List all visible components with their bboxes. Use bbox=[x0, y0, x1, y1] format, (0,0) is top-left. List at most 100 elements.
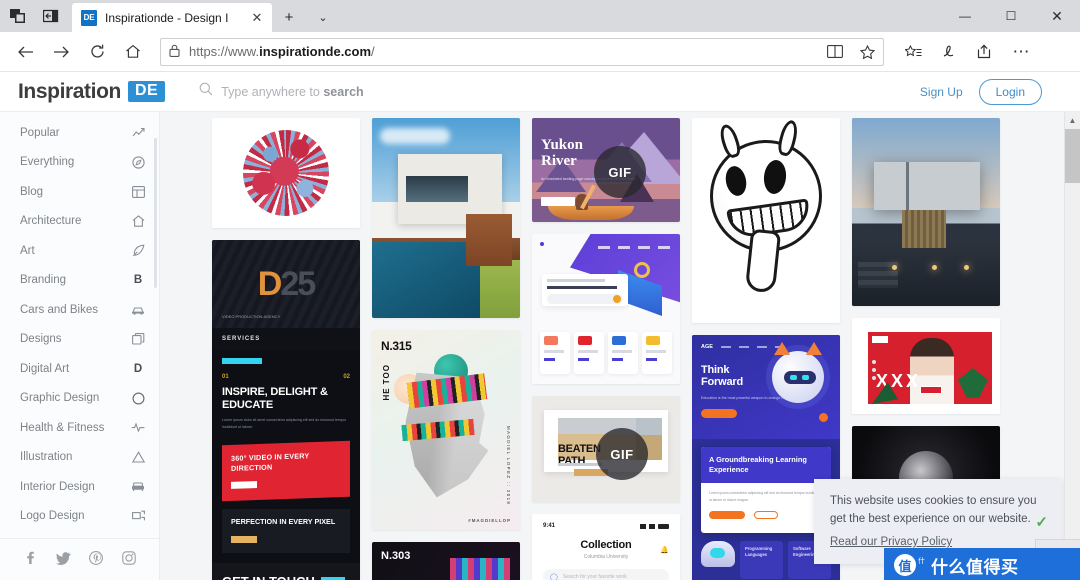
think-feature-card: A Groundbreaking Learning Experience Lor… bbox=[701, 447, 831, 533]
forward-icon[interactable] bbox=[44, 35, 78, 69]
sidebar-item-designs[interactable]: Designs bbox=[0, 325, 159, 355]
share-icon[interactable] bbox=[968, 35, 1002, 69]
sidebar-item-cars-and-bikes[interactable]: Cars and Bikes bbox=[0, 295, 159, 325]
sidebar-item-interior-design[interactable]: Interior Design bbox=[0, 472, 159, 502]
twitter-icon[interactable] bbox=[55, 551, 71, 570]
yukon-title: Yukon River bbox=[541, 137, 583, 169]
tab-preview-icon[interactable] bbox=[0, 0, 34, 32]
page-scrollbar[interactable]: ▲ ▼ Top bbox=[1035, 112, 1080, 580]
render-wood-screen bbox=[902, 210, 946, 248]
gallery-card-demon-illustration[interactable] bbox=[692, 118, 840, 323]
sign-up-link[interactable]: Sign Up bbox=[920, 85, 963, 99]
trending-up-icon bbox=[131, 127, 145, 138]
layout-icon bbox=[131, 185, 145, 198]
sidebar-item-blog[interactable]: Blog bbox=[0, 177, 159, 207]
sidebar-item-digital-art[interactable]: Digital Art D bbox=[0, 354, 159, 384]
browser-toolbar-right: ⋯ bbox=[896, 35, 1038, 69]
gallery-card-beaten-path[interactable]: BEATEN PATH GIF bbox=[532, 396, 680, 502]
demon-horn-left bbox=[717, 122, 743, 160]
gallery-card-circular-illustration[interactable] bbox=[212, 118, 360, 228]
brand-card bbox=[608, 332, 638, 374]
sidebar-item-popular[interactable]: Popular bbox=[0, 118, 159, 148]
back-icon[interactable] bbox=[8, 35, 42, 69]
site-logo[interactable]: Inspiration DE bbox=[18, 80, 166, 104]
search-placeholder: Type anywhere to search bbox=[221, 84, 364, 99]
vans-brand-tag bbox=[920, 386, 942, 394]
iso-search-field bbox=[547, 294, 623, 304]
search-input[interactable]: Type anywhere to search bbox=[199, 82, 364, 101]
sidebar-item-label: Art bbox=[20, 244, 35, 257]
sidebar-item-graphic-design[interactable]: Graphic Design bbox=[0, 384, 159, 414]
favorites-list-icon[interactable] bbox=[896, 35, 930, 69]
sidebar-item-logo-design[interactable]: Logo Design bbox=[0, 502, 159, 532]
gallery-card-mobile-collection[interactable]: 9:41 Collection Columbia University 🔔 ◯ … bbox=[532, 514, 680, 580]
gallery-column-1: D25 VIDEO PRODUCTION AGENCY SERVICES 01 … bbox=[212, 118, 360, 580]
set-aside-tabs-icon[interactable] bbox=[34, 0, 68, 32]
gallery-card-isometric-landing[interactable] bbox=[532, 234, 680, 384]
signal-icon bbox=[640, 523, 646, 529]
vans-panel: XXX bbox=[868, 332, 992, 404]
gallery-card-modern-house-pool[interactable] bbox=[372, 118, 520, 318]
minimize-button[interactable]: — bbox=[942, 0, 988, 32]
cookie-message: This website uses cookies to ensure you … bbox=[830, 495, 1037, 526]
sidebar-item-illustration[interactable]: Illustration bbox=[0, 443, 159, 473]
sidebar-item-label: Graphic Design bbox=[20, 392, 100, 405]
more-options-icon[interactable]: ⋯ bbox=[1004, 35, 1038, 69]
triangle-icon bbox=[131, 451, 145, 463]
think-card-button-primary bbox=[709, 510, 745, 519]
privacy-policy-link[interactable]: Read our Privacy Policy bbox=[830, 536, 952, 548]
d25-caption: VIDEO PRODUCTION AGENCY bbox=[222, 314, 281, 319]
n315-side-text: HE TOO bbox=[382, 364, 391, 401]
mobile-search-placeholder: Search for your favorite work bbox=[562, 573, 627, 580]
cloud-shape bbox=[380, 128, 450, 144]
circle-icon bbox=[131, 392, 145, 405]
reading-view-icon[interactable] bbox=[827, 45, 843, 58]
n315-number: N.315 bbox=[381, 339, 412, 353]
gallery-card-architecture-render[interactable] bbox=[852, 118, 1000, 306]
sidebar-item-label: Designs bbox=[20, 333, 62, 346]
gallery-card-vans-landing[interactable]: XXX bbox=[852, 318, 1000, 414]
gallery-card-d25-agency[interactable]: D25 VIDEO PRODUCTION AGENCY SERVICES 01 … bbox=[212, 240, 360, 580]
scroll-up-arrow-icon[interactable]: ▲ bbox=[1065, 112, 1080, 129]
gallery-card-n315-poster[interactable]: N.315 HE TOO MAGDIEL LOPEZ :: 2018 #MAGD… bbox=[372, 330, 520, 530]
house-pool bbox=[372, 242, 480, 318]
brand-card bbox=[574, 332, 604, 374]
sidebar-item-art[interactable]: Art bbox=[0, 236, 159, 266]
cookie-accept-icon[interactable]: ✓ bbox=[1035, 513, 1048, 532]
sidebar-scroll-thumb[interactable] bbox=[154, 138, 157, 288]
maximize-button[interactable]: ☐ bbox=[988, 0, 1034, 32]
close-tab-icon[interactable]: ✕ bbox=[248, 10, 266, 26]
new-tab-button[interactable]: + bbox=[272, 3, 306, 32]
think-hero: AGE Think Forward Education is the most p… bbox=[692, 335, 840, 439]
sidebar-item-health-fitness[interactable]: Health & Fitness bbox=[0, 413, 159, 443]
pinterest-icon[interactable] bbox=[89, 551, 104, 570]
browser-tab[interactable]: DE Inspirationde - Design I ✕ bbox=[72, 3, 272, 32]
facebook-icon[interactable] bbox=[23, 551, 37, 570]
robot-visor bbox=[784, 371, 816, 384]
sidebar-scrollbar[interactable] bbox=[153, 118, 159, 538]
compass-icon bbox=[131, 156, 145, 169]
sidebar-item-label: Illustration bbox=[20, 451, 73, 464]
login-button[interactable]: Login bbox=[978, 78, 1042, 105]
sidebar-item-architecture[interactable]: Architecture bbox=[0, 207, 159, 237]
gallery-card-yukon-river[interactable]: Yukon River An illustrated landing page c… bbox=[532, 118, 680, 222]
instagram-icon[interactable] bbox=[122, 551, 136, 570]
sidebar-item-everything[interactable]: Everything bbox=[0, 148, 159, 178]
refresh-icon[interactable] bbox=[80, 35, 114, 69]
demon-tongue bbox=[744, 228, 782, 294]
favorite-star-icon[interactable] bbox=[860, 44, 875, 59]
notes-pen-icon[interactable] bbox=[932, 35, 966, 69]
home-icon[interactable] bbox=[116, 35, 150, 69]
gallery-grid: D25 VIDEO PRODUCTION AGENCY SERVICES 01 … bbox=[160, 112, 1080, 580]
d25-number-01: 01 bbox=[222, 374, 229, 380]
sidebar-item-label: Architecture bbox=[20, 215, 82, 228]
render-slit bbox=[906, 162, 909, 210]
gallery-card-n303-poster[interactable]: N.303 bbox=[372, 542, 520, 580]
d25-body-text: Lorem ipsum dolor sit amet consectetur a… bbox=[222, 418, 347, 430]
tab-menu-chevron-icon[interactable]: ⌄ bbox=[306, 3, 340, 32]
sidebar-item-branding[interactable]: Branding B bbox=[0, 266, 159, 296]
header-actions: Sign Up Login bbox=[920, 78, 1042, 105]
close-window-button[interactable]: ✕ bbox=[1034, 0, 1080, 32]
scroll-thumb[interactable] bbox=[1065, 129, 1080, 183]
address-bar[interactable]: https://www.inspirationde.com/ bbox=[160, 37, 884, 66]
